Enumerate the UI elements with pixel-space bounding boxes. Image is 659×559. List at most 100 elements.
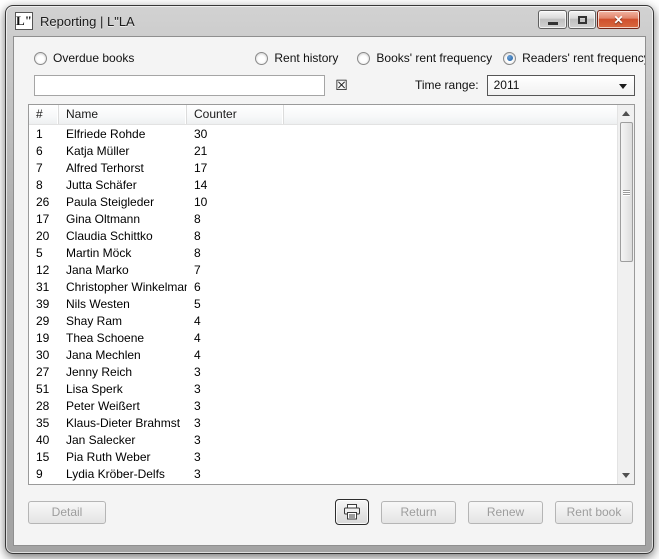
vertical-scrollbar[interactable] xyxy=(617,105,634,484)
table-cell: 7 xyxy=(187,263,284,277)
table-cell: 17 xyxy=(187,161,284,175)
table-row[interactable]: 29Shay Ram4 xyxy=(29,312,617,329)
titlebar[interactable]: L" Reporting | L"LA ✕ xyxy=(13,6,646,36)
table-row[interactable]: 15Pia Ruth Weber3 xyxy=(29,448,617,465)
table-cell: 1 xyxy=(29,127,59,141)
table-row[interactable]: 6Katja Müller21 xyxy=(29,142,617,159)
table-row[interactable]: 51Lisa Sperk3 xyxy=(29,380,617,397)
table-row[interactable]: 31Christopher Winkelmann6 xyxy=(29,278,617,295)
minimize-button[interactable] xyxy=(538,10,567,29)
table-cell: 31 xyxy=(29,280,59,294)
clear-icon: ☒ xyxy=(335,77,348,93)
scrollbar-thumb[interactable] xyxy=(620,122,633,262)
scrollbar-grip-icon xyxy=(623,189,630,196)
time-range-value: 2011 xyxy=(494,78,520,92)
table-row[interactable]: 19Thea Schoene4 xyxy=(29,329,617,346)
radio-icon xyxy=(357,52,370,65)
table-row[interactable]: 1Elfriede Rohde30 xyxy=(29,125,617,142)
table-cell: Peter Weißert xyxy=(59,399,187,413)
table-row[interactable]: 7Alfred Terhorst17 xyxy=(29,159,617,176)
results-table: # Name Counter 1Elfriede Rohde306Katja M… xyxy=(28,104,635,485)
table-row[interactable]: 35Klaus-Dieter Brahmst3 xyxy=(29,414,617,431)
clear-search-button[interactable]: ☒ xyxy=(333,77,350,94)
scroll-down-button[interactable] xyxy=(618,467,635,484)
table-row[interactable]: 17Gina Oltmann8 xyxy=(29,210,617,227)
detail-button[interactable]: Detail xyxy=(28,501,106,524)
table-cell: 21 xyxy=(187,144,284,158)
app-icon: L" xyxy=(15,12,33,30)
table-row[interactable]: 39Nils Westen5 xyxy=(29,295,617,312)
table-cell: Jutta Schäfer xyxy=(59,178,187,192)
table-cell: 3 xyxy=(187,467,284,481)
table-cell: 15 xyxy=(29,450,59,464)
table-cell: 35 xyxy=(29,416,59,430)
table-cell: Katja Müller xyxy=(59,144,187,158)
time-range-label: Time range: xyxy=(415,78,479,92)
radio-label: Overdue books xyxy=(53,51,134,65)
report-type-options: Overdue books Rent history Books' rent f… xyxy=(34,51,645,65)
table-cell: Claudia Schittko xyxy=(59,229,187,243)
table-cell: Martin Möck xyxy=(59,246,187,260)
table-cell: Jana Marko xyxy=(59,263,187,277)
table-cell: 20 xyxy=(29,229,59,243)
table-cell: Lydia Kröber-Delfs xyxy=(59,467,187,481)
desktop: L" Reporting | L"LA ✕ Overdue books Rent… xyxy=(0,0,659,559)
radio-books-rent-frequency[interactable]: Books' rent frequency xyxy=(357,51,492,65)
table-cell: Nils Westen xyxy=(59,297,187,311)
table-cell: 5 xyxy=(187,297,284,311)
radio-label: Books' rent frequency xyxy=(376,51,492,65)
column-header-name[interactable]: Name xyxy=(59,105,187,124)
radio-readers-rent-frequency[interactable]: Readers' rent frequency xyxy=(503,51,646,65)
table-cell: 26 xyxy=(29,195,59,209)
table-cell: 7 xyxy=(29,161,59,175)
table-row[interactable]: 30Jana Mechlen4 xyxy=(29,346,617,363)
table-header: # Name Counter xyxy=(29,105,634,125)
filter-row: ☒ Time range: 2011 xyxy=(34,74,635,96)
table-cell: 51 xyxy=(29,382,59,396)
table-cell: 10 xyxy=(187,195,284,209)
table-cell: Jan Salecker xyxy=(59,433,187,447)
scroll-up-button[interactable] xyxy=(618,105,635,122)
radio-overdue-books[interactable]: Overdue books xyxy=(34,51,134,65)
table-cell: 4 xyxy=(187,348,284,362)
search-input[interactable] xyxy=(34,75,325,96)
column-header-counter[interactable]: Counter xyxy=(187,105,284,124)
table-cell: 8 xyxy=(187,229,284,243)
return-button[interactable]: Return xyxy=(381,501,456,524)
close-icon: ✕ xyxy=(613,14,623,26)
table-row[interactable]: 8Jutta Schäfer14 xyxy=(29,176,617,193)
table-row[interactable]: 40Jan Salecker3 xyxy=(29,431,617,448)
close-button[interactable]: ✕ xyxy=(597,10,640,29)
table-row[interactable]: 20Claudia Schittko8 xyxy=(29,227,617,244)
table-cell: 3 xyxy=(187,433,284,447)
table-row[interactable]: 27Jenny Reich3 xyxy=(29,363,617,380)
table-cell: 6 xyxy=(187,280,284,294)
print-button[interactable] xyxy=(335,499,369,525)
chevron-down-icon xyxy=(619,84,627,89)
maximize-button[interactable] xyxy=(568,10,596,29)
window-title: Reporting | L"LA xyxy=(40,14,135,29)
table-row[interactable]: 9Lydia Kröber-Delfs3 xyxy=(29,465,617,482)
table-cell: Lisa Sperk xyxy=(59,382,187,396)
table-cell: 5 xyxy=(29,246,59,260)
radio-icon xyxy=(503,52,516,65)
table-row[interactable]: 12Jana Marko7 xyxy=(29,261,617,278)
table-row[interactable]: 5Martin Möck8 xyxy=(29,244,617,261)
maximize-icon xyxy=(578,16,587,24)
table-cell: 30 xyxy=(29,348,59,362)
table-cell: Thea Schoene xyxy=(59,331,187,345)
printer-icon xyxy=(343,504,361,520)
radio-rent-history[interactable]: Rent history xyxy=(255,51,338,65)
rent-book-button[interactable]: Rent book xyxy=(555,501,633,524)
renew-button[interactable]: Renew xyxy=(468,501,543,524)
table-row[interactable]: 28Peter Weißert3 xyxy=(29,397,617,414)
time-range-select[interactable]: 2011 xyxy=(487,75,635,96)
column-header-filler xyxy=(284,105,634,124)
table-row[interactable]: 26Paula Steigleder10 xyxy=(29,193,617,210)
table-cell: 3 xyxy=(187,365,284,379)
table-cell: Elfriede Rohde xyxy=(59,127,187,141)
column-header-number[interactable]: # xyxy=(29,105,59,124)
table-cell: 8 xyxy=(187,212,284,226)
table-cell: Shay Ram xyxy=(59,314,187,328)
table-cell: 3 xyxy=(187,382,284,396)
